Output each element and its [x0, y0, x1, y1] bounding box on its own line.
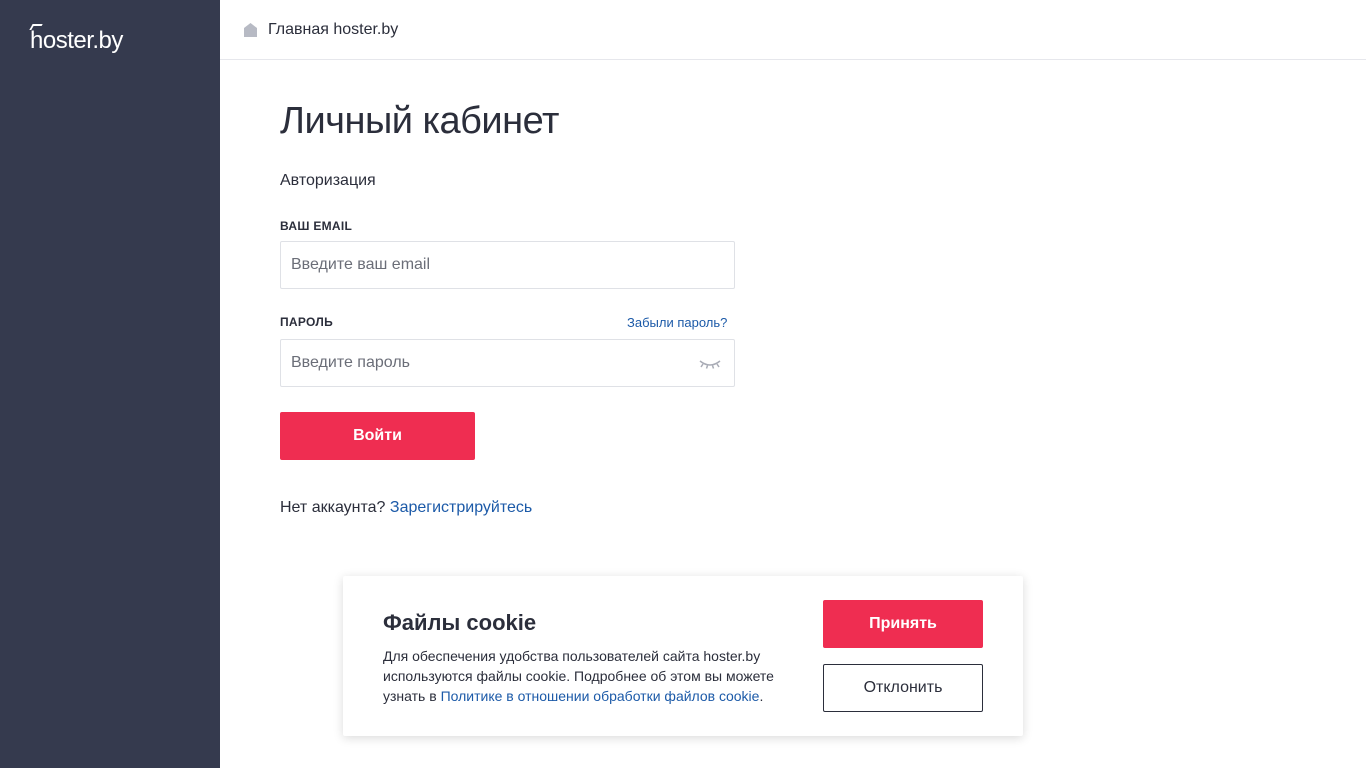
sidebar: hoster.by [0, 0, 220, 768]
eye-closed-icon[interactable] [698, 356, 722, 370]
accept-cookies-button[interactable]: Принять [823, 600, 983, 648]
forgot-password-link[interactable]: Забыли пароль? [627, 315, 727, 330]
cookie-text-end: . [759, 688, 764, 704]
top-bar: Главная hoster.by [220, 0, 1366, 60]
register-line: Нет аккаунта? Зарегистрируйтесь [280, 499, 532, 517]
cookie-banner: Файлы cookie Для обеспечения удобства по… [343, 576, 1023, 736]
password-input[interactable] [280, 339, 735, 387]
breadcrumb-home-link[interactable]: Главная hoster.by [268, 21, 398, 39]
password-label: ПАРОЛЬ [280, 315, 334, 329]
register-prompt: Нет аккаунта? [280, 499, 386, 516]
logo-text: hoster.by [30, 27, 123, 54]
email-input[interactable] [280, 241, 735, 289]
home-icon[interactable] [244, 23, 257, 37]
page-title: Личный кабинет [280, 100, 559, 142]
cookie-title: Файлы cookie [383, 610, 537, 635]
cookie-policy-link[interactable]: Политике в отношении обработки файлов co… [441, 688, 760, 704]
email-label: ВАШ EMAIL [280, 219, 353, 233]
decline-cookies-button[interactable]: Отклонить [823, 664, 983, 712]
cookie-text: Для обеспечения удобства пользователей с… [383, 646, 793, 706]
register-link[interactable]: Зарегистрируйтесь [390, 499, 532, 516]
logo[interactable]: hoster.by [29, 24, 123, 55]
auth-subtitle: Авторизация [280, 172, 376, 189]
login-button[interactable]: Войти [280, 412, 475, 460]
